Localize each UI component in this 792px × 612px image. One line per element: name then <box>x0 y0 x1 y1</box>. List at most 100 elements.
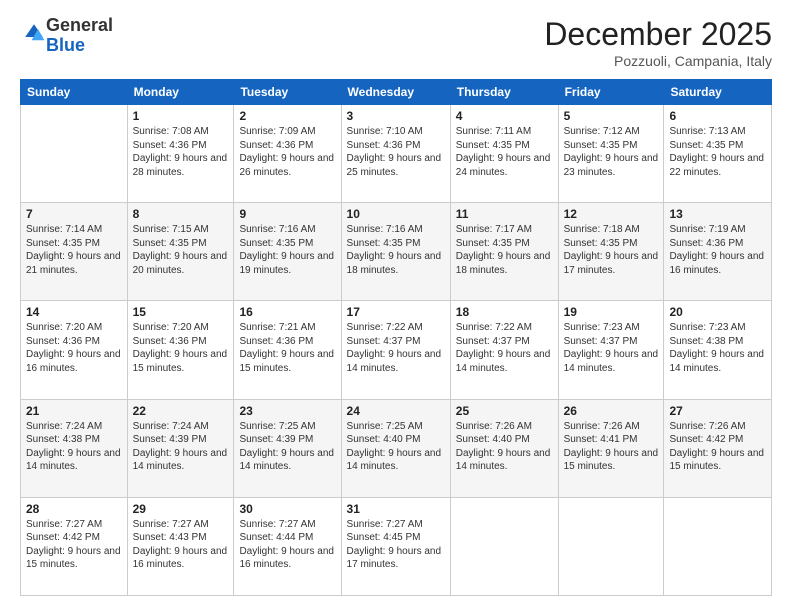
daylight-text: Daylight: 9 hours and 24 minutes. <box>456 153 551 178</box>
sunset-text: Sunset: 4:42 PM <box>669 434 743 445</box>
cell-info: Sunrise: 7:17 AMSunset: 4:35 PMDaylight:… <box>456 223 553 277</box>
header-wednesday: Wednesday <box>341 80 450 105</box>
daylight-text: Daylight: 9 hours and 16 minutes. <box>133 546 228 571</box>
sunset-text: Sunset: 4:36 PM <box>133 336 207 347</box>
header-monday: Monday <box>127 80 234 105</box>
daylight-text: Daylight: 9 hours and 26 minutes. <box>239 153 334 178</box>
daylight-text: Daylight: 9 hours and 14 minutes. <box>347 349 442 374</box>
daylight-text: Daylight: 9 hours and 15 minutes. <box>133 349 228 374</box>
calendar-header: Sunday Monday Tuesday Wednesday Thursday… <box>21 80 772 105</box>
calendar-cell: 3Sunrise: 7:10 AMSunset: 4:36 PMDaylight… <box>341 105 450 203</box>
header-friday: Friday <box>558 80 664 105</box>
calendar-cell: 11 Sunrise: 7:17 AMSunset: 4:35 PMDayligh… <box>450 203 558 301</box>
sunrise-text: Sunrise: 7:25 AM <box>347 421 423 432</box>
calendar-cell: 16Sunrise: 7:21 AMSunset: 4:36 PMDayligh… <box>234 301 341 399</box>
daylight-text: Daylight: 9 hours and 18 minutes. <box>347 251 442 276</box>
daylight-text: Daylight: 9 hours and 14 minutes. <box>26 448 121 473</box>
sunset-text: Sunset: 4:40 PM <box>347 434 421 445</box>
sunset-text: Sunset: 4:35 PM <box>26 238 100 249</box>
day-number: 3 <box>347 109 445 123</box>
cell-info: Sunrise: 7:25 AMSunset: 4:39 PMDaylight:… <box>239 420 335 474</box>
logo-blue-text: Blue <box>46 35 85 55</box>
sunset-text: Sunset: 4:38 PM <box>26 434 100 445</box>
calendar-cell <box>558 497 664 595</box>
sunset-text: Sunset: 4:37 PM <box>347 336 421 347</box>
sunset-text: Sunset: 4:39 PM <box>239 434 313 445</box>
cell-info: Sunrise: 7:12 AMSunset: 4:35 PMDaylight:… <box>564 125 659 179</box>
daylight-text: Daylight: 9 hours and 16 minutes. <box>26 349 121 374</box>
daylight-text: Daylight: 9 hours and 14 minutes. <box>456 448 551 473</box>
title-block: December 2025 Pozzuoli, Campania, Italy <box>544 16 772 69</box>
header-sunday: Sunday <box>21 80 128 105</box>
daylight-text: Daylight: 9 hours and 25 minutes. <box>347 153 442 178</box>
sunset-text: Sunset: 4:36 PM <box>239 336 313 347</box>
cell-info: Sunrise: 7:26 AMSunset: 4:41 PMDaylight:… <box>564 420 659 474</box>
cell-info: Sunrise: 7:08 AMSunset: 4:36 PMDaylight:… <box>133 125 229 179</box>
cell-info: Sunrise: 7:27 AMSunset: 4:45 PMDaylight:… <box>347 518 445 572</box>
calendar-cell: 21 Sunrise: 7:24 AM Sunset: 4:38 PM Dayligh… <box>21 399 128 497</box>
daylight-text: Daylight: 9 hours and 15 minutes. <box>26 546 121 571</box>
calendar-cell: 15Sunrise: 7:20 AMSunset: 4:36 PMDayligh… <box>127 301 234 399</box>
daylight-text: Daylight: 9 hours and 17 minutes. <box>347 546 442 571</box>
day-number: 12 <box>564 207 659 221</box>
daylight-text: Daylight: 9 hours and 15 minutes. <box>564 448 659 473</box>
calendar-cell: 1Sunrise: 7:08 AMSunset: 4:36 PMDaylight… <box>127 105 234 203</box>
sunset-text: Sunset: 4:37 PM <box>564 336 638 347</box>
cell-info: Sunrise: 7:27 AMSunset: 4:42 PMDaylight:… <box>26 518 122 572</box>
daylight-text: Daylight: 9 hours and 14 minutes. <box>456 349 551 374</box>
day-number: 11 <box>456 207 553 221</box>
calendar-cell: 10Sunrise: 7:16 AMSunset: 4:35 PMDayligh… <box>341 203 450 301</box>
sunrise-text: Sunrise: 7:24 AM <box>133 421 209 432</box>
sunset-text: Sunset: 4:35 PM <box>133 238 207 249</box>
sunrise-text: Sunrise: 7:27 AM <box>133 519 209 530</box>
cell-info: Sunrise: 7:18 AMSunset: 4:35 PMDaylight:… <box>564 223 659 277</box>
sunrise-text: Sunrise: 7:17 AM <box>456 224 532 235</box>
cell-info: Sunrise: 7:27 AMSunset: 4:44 PMDaylight:… <box>239 518 335 572</box>
cell-info: Sunrise: 7:26 AMSunset: 4:40 PMDaylight:… <box>456 420 553 474</box>
cell-info: Sunrise: 7:22 AMSunset: 4:37 PMDaylight:… <box>347 321 445 375</box>
cell-info: Sunrise: 7:25 AMSunset: 4:40 PMDaylight:… <box>347 420 445 474</box>
sunrise-text: Sunrise: 7:12 AM <box>564 126 640 137</box>
sunrise-text: Sunrise: 7:24 AM <box>26 421 102 432</box>
calendar-week-row: 21 Sunrise: 7:24 AM Sunset: 4:38 PM Dayligh… <box>21 399 772 497</box>
calendar-cell: 2Sunrise: 7:09 AMSunset: 4:36 PMDaylight… <box>234 105 341 203</box>
sunrise-text: Sunrise: 7:23 AM <box>564 322 640 333</box>
calendar-cell: 17 Sunrise: 7:22 AMSunset: 4:37 PMDayligh… <box>341 301 450 399</box>
daylight-text: Daylight: 9 hours and 18 minutes. <box>456 251 551 276</box>
sunrise-text: Sunrise: 7:21 AM <box>239 322 315 333</box>
day-number: 4 <box>456 109 553 123</box>
day-number: 21 <box>26 404 122 418</box>
daylight-text: Daylight: 9 hours and 22 minutes. <box>669 153 764 178</box>
cell-info: Sunrise: 7:15 AMSunset: 4:35 PMDaylight:… <box>133 223 229 277</box>
day-number: 29 <box>133 502 229 516</box>
calendar-cell: 18Sunrise: 7:22 AMSunset: 4:37 PMDayligh… <box>450 301 558 399</box>
daylight-text: Daylight: 9 hours and 17 minutes. <box>564 251 659 276</box>
sunset-text: Sunset: 4:43 PM <box>133 532 207 543</box>
sunrise-text: Sunrise: 7:14 AM <box>26 224 102 235</box>
page: General Blue December 2025 Pozzuoli, Cam… <box>0 0 792 612</box>
daylight-text: Daylight: 9 hours and 14 minutes. <box>564 349 659 374</box>
sunrise-text: Sunrise: 7:25 AM <box>239 421 315 432</box>
sunset-text: Sunset: 4:36 PM <box>26 336 100 347</box>
sunset-text: Sunset: 4:35 PM <box>669 140 743 151</box>
calendar-body: 1Sunrise: 7:08 AMSunset: 4:36 PMDaylight… <box>21 105 772 596</box>
cell-info: Sunrise: 7:24 AMSunset: 4:39 PMDaylight:… <box>133 420 229 474</box>
logo-icon <box>22 21 46 45</box>
calendar-cell <box>450 497 558 595</box>
day-number: 22 <box>133 404 229 418</box>
sunset-text: Sunset: 4:35 PM <box>456 140 530 151</box>
sunset-text: Sunset: 4:35 PM <box>347 238 421 249</box>
cell-info: Sunrise: 7:23 AM Sunset: 4:37 PM Daylight:… <box>564 321 659 375</box>
cell-info: Sunrise: 7:20 AMSunset: 4:36 PMDaylight:… <box>26 321 122 375</box>
calendar-cell: 14Sunrise: 7:20 AMSunset: 4:36 PMDayligh… <box>21 301 128 399</box>
day-number: 17 <box>347 305 445 319</box>
sunrise-text: Sunrise: 7:26 AM <box>456 421 532 432</box>
sunrise-text: Sunrise: 7:13 AM <box>669 126 745 137</box>
header: General Blue December 2025 Pozzuoli, Cam… <box>20 16 772 69</box>
calendar-cell: 12 Sunrise: 7:18 AMSunset: 4:35 PMDayligh… <box>558 203 664 301</box>
day-number: 28 <box>26 502 122 516</box>
daylight-text: Daylight: 9 hours and 15 minutes. <box>669 448 764 473</box>
daylight-text: Daylight: 9 hours and 16 minutes. <box>669 251 764 276</box>
day-number: 25 <box>456 404 553 418</box>
calendar-cell: 29 Sunrise: 7:27 AM Sunset: 4:43 PM Dayligh… <box>127 497 234 595</box>
